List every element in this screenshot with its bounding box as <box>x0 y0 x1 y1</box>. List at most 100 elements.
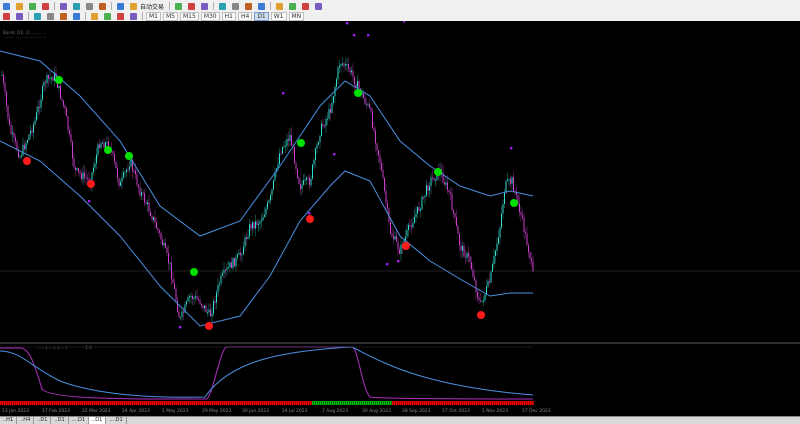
signal-bar <box>238 401 240 405</box>
candle-body <box>150 211 151 216</box>
market-watch-button[interactable] <box>27 2 38 11</box>
candle-body <box>472 269 474 278</box>
candle <box>420 207 421 218</box>
candle-body <box>255 221 256 229</box>
candle <box>283 141 285 149</box>
candle-body <box>82 172 84 180</box>
crosshair-button[interactable] <box>14 12 25 21</box>
autoscroll-button[interactable] <box>274 2 285 11</box>
signal-bar <box>288 401 290 405</box>
candle-body <box>300 183 301 190</box>
signal-bar <box>504 401 506 405</box>
signal-bar <box>276 401 278 405</box>
signal-bar <box>364 401 366 405</box>
signal-bar <box>514 401 516 405</box>
signal-bar <box>500 401 502 405</box>
candle-body <box>343 63 345 66</box>
candle-body <box>151 215 153 220</box>
candle-body <box>27 140 28 144</box>
templates-button[interactable] <box>313 2 324 11</box>
candle <box>459 231 460 252</box>
metaeditor-button[interactable] <box>115 2 126 11</box>
candle-body <box>207 312 208 314</box>
tile-windows-button[interactable] <box>243 2 254 11</box>
period-button[interactable] <box>300 2 311 11</box>
candle <box>312 163 313 181</box>
timeframe-h1-button[interactable]: H1 <box>221 11 236 21</box>
candle <box>331 95 333 115</box>
signal-bar <box>258 401 260 405</box>
candle-body <box>225 270 226 272</box>
signal-bar <box>114 401 116 405</box>
signal-bar <box>24 401 26 405</box>
candle-body <box>147 202 148 205</box>
timeframe-mn-button[interactable]: MN <box>288 11 305 21</box>
candle <box>513 171 514 191</box>
candle <box>238 248 240 255</box>
text-label-button[interactable] <box>115 12 126 21</box>
equidistant-channel-button[interactable] <box>71 12 82 21</box>
cursor-button[interactable] <box>1 12 12 21</box>
profiles-button[interactable] <box>14 2 25 11</box>
timeframe-d1-button[interactable]: D1 <box>254 11 269 21</box>
candle-body <box>463 245 465 257</box>
timeframe-m5-button[interactable]: M5 <box>163 11 178 21</box>
candlestick-button[interactable] <box>186 2 197 11</box>
timeframe-m1-button[interactable]: M1 <box>146 11 161 21</box>
candle-body <box>244 237 246 248</box>
navigator-button[interactable] <box>40 2 51 11</box>
candle-body <box>333 96 334 103</box>
candle-body <box>64 105 66 109</box>
candle-body <box>253 222 255 229</box>
candle-body <box>241 254 243 256</box>
signal-bar <box>206 401 208 405</box>
indicators-button[interactable] <box>287 2 298 11</box>
candle-body <box>60 85 61 99</box>
signal-bar <box>228 401 230 405</box>
candle <box>364 93 366 106</box>
candle <box>507 172 508 183</box>
text-button[interactable] <box>102 12 113 21</box>
chart-shift-button[interactable] <box>256 2 267 11</box>
new-order-button[interactable] <box>97 2 108 11</box>
candle <box>519 195 520 217</box>
new-chart-button[interactable] <box>1 2 12 11</box>
vertical-line-button[interactable] <box>32 12 43 21</box>
candle-body <box>103 142 105 148</box>
candle <box>27 138 28 145</box>
candle-body <box>271 189 273 196</box>
trendline-button[interactable] <box>58 12 69 21</box>
strategy-tester-button[interactable] <box>71 2 82 11</box>
candle-body <box>324 125 325 127</box>
candle <box>496 237 498 257</box>
candle-body <box>351 70 352 73</box>
zoom-out-button[interactable] <box>230 2 241 11</box>
candle <box>133 167 135 174</box>
line-chart-button[interactable] <box>199 2 210 11</box>
signal-bar <box>164 401 166 405</box>
candle-body <box>165 243 166 248</box>
candle <box>324 124 325 128</box>
autotrading-button[interactable] <box>128 2 139 11</box>
signal-bar <box>458 401 460 405</box>
zoom-in-button[interactable] <box>217 2 228 11</box>
data-window-icon <box>86 2 93 10</box>
signal-bar <box>390 401 392 405</box>
timeframe-h4-button[interactable]: H4 <box>237 11 253 21</box>
candle-body <box>10 124 12 135</box>
bar-chart-button[interactable] <box>173 2 184 11</box>
date-label: 1 Nov 2023 <box>482 409 508 414</box>
horizontal-line-button[interactable] <box>45 12 56 21</box>
timeframe-w1-button[interactable]: W1 <box>270 11 287 21</box>
data-window-button[interactable] <box>84 2 95 11</box>
fibonacci-button[interactable] <box>89 12 100 21</box>
terminal-button[interactable] <box>58 2 69 11</box>
candle-body <box>336 79 337 87</box>
signal-bar <box>412 401 414 405</box>
date-label: 29 May 2023 <box>202 409 232 414</box>
timeframe-m15-button[interactable]: M15 <box>180 11 199 21</box>
candle <box>256 219 258 228</box>
price-chart[interactable]: . Bands (20, 2) ............ ......... .… <box>0 21 800 409</box>
timeframe-m30-button[interactable]: M30 <box>200 11 220 21</box>
arrows-button[interactable] <box>128 12 139 21</box>
